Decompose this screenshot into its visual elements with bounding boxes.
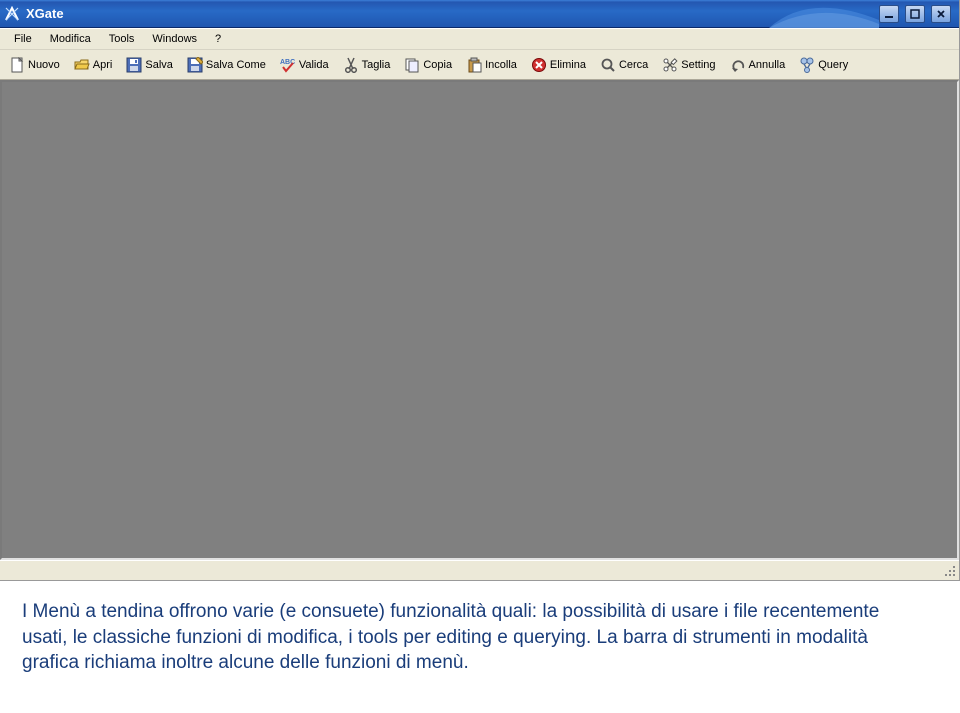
menu-help[interactable]: ? (207, 31, 229, 47)
toolbar-label: Copia (423, 59, 452, 71)
copy-icon (404, 57, 420, 73)
toolbar-label: Query (818, 59, 848, 71)
maximize-button[interactable] (905, 5, 925, 23)
open-folder-icon (74, 57, 90, 73)
menu-modifica[interactable]: Modifica (42, 31, 99, 47)
save-as-icon (187, 57, 203, 73)
caption-paragraph: I Menù a tendina offrono varie (e consue… (0, 581, 930, 700)
menu-file[interactable]: File (6, 31, 40, 47)
toolbar-copia[interactable]: Copia (399, 53, 457, 77)
toolbar-label: Annulla (749, 59, 786, 71)
validate-icon (280, 57, 296, 73)
menubar: File Modifica Tools Windows ? (0, 28, 959, 50)
toolbar-label: Setting (681, 59, 715, 71)
toolbar-label: Nuovo (28, 59, 60, 71)
titlebar[interactable]: XGate (0, 0, 959, 28)
close-button[interactable] (931, 5, 951, 23)
app-window: XGate File Modifica Tools Windows ? (0, 0, 960, 581)
toolbar-label: Cerca (619, 59, 648, 71)
toolbar-salva[interactable]: Salva (121, 53, 178, 77)
settings-icon (662, 57, 678, 73)
toolbar-nuovo[interactable]: Nuovo (4, 53, 65, 77)
app-icon (4, 6, 20, 22)
toolbar-label: Elimina (550, 59, 586, 71)
paste-icon (466, 57, 482, 73)
window-title: XGate (26, 6, 64, 21)
query-icon (799, 57, 815, 73)
toolbar-salva-come[interactable]: Salva Come (182, 53, 271, 77)
toolbar-elimina[interactable]: Elimina (526, 53, 591, 77)
toolbar-label: Salva (145, 59, 173, 71)
toolbar-query[interactable]: Query (794, 53, 853, 77)
toolbar-apri[interactable]: Apri (69, 53, 118, 77)
toolbar-incolla[interactable]: Incolla (461, 53, 522, 77)
toolbar: Nuovo Apri Salva Salva Come Valida Tagli… (0, 50, 959, 80)
menu-windows[interactable]: Windows (144, 31, 205, 47)
search-icon (600, 57, 616, 73)
titlebar-decoration (769, 0, 879, 28)
menu-tools[interactable]: Tools (101, 31, 143, 47)
toolbar-cerca[interactable]: Cerca (595, 53, 653, 77)
toolbar-label: Apri (93, 59, 113, 71)
toolbar-annulla[interactable]: Annulla (725, 53, 791, 77)
delete-icon (531, 57, 547, 73)
workspace (0, 80, 959, 560)
save-icon (126, 57, 142, 73)
toolbar-taglia[interactable]: Taglia (338, 53, 396, 77)
toolbar-label: Incolla (485, 59, 517, 71)
toolbar-setting[interactable]: Setting (657, 53, 720, 77)
toolbar-label: Salva Come (206, 59, 266, 71)
toolbar-label: Valida (299, 59, 329, 71)
toolbar-label: Taglia (362, 59, 391, 71)
cut-icon (343, 57, 359, 73)
new-file-icon (9, 57, 25, 73)
statusbar (0, 560, 959, 580)
undo-icon (730, 57, 746, 73)
minimize-button[interactable] (879, 5, 899, 23)
resize-grip[interactable] (943, 564, 957, 578)
toolbar-valida[interactable]: Valida (275, 53, 334, 77)
